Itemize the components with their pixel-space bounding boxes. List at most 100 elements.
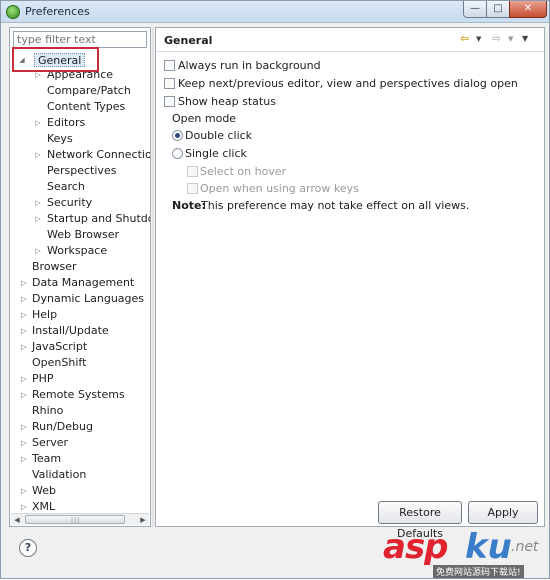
always-run-background-checkbox[interactable] [164, 60, 175, 71]
collapsed-arrow-icon[interactable]: ▷ [20, 387, 28, 403]
tree-item-label: Install/Update [32, 324, 109, 337]
collapsed-arrow-icon[interactable]: ▷ [20, 371, 28, 387]
tree-item-compare-patch[interactable]: Compare/Patch [47, 83, 131, 99]
collapsed-arrow-icon[interactable]: ▷ [34, 115, 42, 131]
tree-item-openshift[interactable]: OpenShift [32, 355, 86, 371]
tree-item-label: Validation [32, 468, 87, 481]
forward-dropdown-icon[interactable]: ▼ [508, 32, 513, 46]
maximize-button[interactable]: □ [486, 1, 510, 18]
tree-item-team[interactable]: ▷ Team [10, 451, 150, 467]
tree-item-label: Team [32, 452, 62, 465]
tree-item-label: Run/Debug [32, 420, 93, 433]
page-header: General ⇦ ▼ ⇨ ▼ ▼ [156, 28, 544, 52]
forward-arrow-icon[interactable]: ⇨ [492, 32, 501, 46]
tree-item-workspace[interactable]: ▷ Workspace [10, 243, 150, 259]
tree-item-perspectives[interactable]: Perspectives [47, 163, 116, 179]
select-on-hover-label: Select on hover [200, 165, 287, 178]
collapsed-arrow-icon[interactable]: ▷ [20, 419, 28, 435]
tree-item-keys[interactable]: Keys [47, 131, 73, 147]
tree-item-security[interactable]: ▷ Security [10, 195, 150, 211]
scrollbar-thumb[interactable]: ||| [25, 515, 125, 524]
tree-item-browser[interactable]: Browser [32, 259, 77, 275]
tree-item-label: Startup and Shutdown [47, 212, 150, 225]
tree-item-label: XML [32, 500, 56, 512]
double-click-radio[interactable] [172, 130, 183, 141]
help-icon[interactable]: ? [19, 539, 37, 557]
tree-item-web-browser[interactable]: Web Browser [47, 227, 119, 243]
tree-item-label: Perspectives [47, 164, 117, 177]
scroll-left-arrow-icon[interactable]: ◀ [11, 514, 23, 526]
tree-item-help[interactable]: ▷ Help [10, 307, 150, 323]
tree-item-label: Content Types [47, 100, 126, 113]
tree-item-php[interactable]: ▷ PHP [10, 371, 150, 387]
open-arrow-keys-checkbox[interactable] [187, 183, 198, 194]
apply-button[interactable]: Apply [468, 501, 538, 524]
tree-item-label: Dynamic Languages [32, 292, 145, 305]
tree-item-startup-shutdown[interactable]: ▷ Startup and Shutdown [10, 211, 150, 227]
collapsed-arrow-icon[interactable]: ▷ [20, 339, 28, 355]
page-title: General [164, 34, 213, 47]
tree-item-label: JavaScript [32, 340, 88, 353]
collapsed-arrow-icon[interactable]: ▷ [20, 451, 28, 467]
tree-horizontal-scrollbar[interactable]: ◀ ||| ▶ [11, 513, 149, 525]
preferences-window: Preferences — □ ✕ ◢ General ▷ Appearance… [0, 0, 550, 579]
select-on-hover-checkbox[interactable] [187, 166, 198, 177]
minimize-button[interactable]: — [463, 1, 487, 18]
tree-item-javascript[interactable]: ▷ JavaScript [10, 339, 150, 355]
collapsed-arrow-icon[interactable]: ▷ [20, 483, 28, 499]
single-click-label: Single click [185, 147, 247, 160]
restore-defaults-button[interactable]: Restore Defaults [378, 501, 462, 540]
open-mode-group-label: Open mode [172, 112, 237, 125]
collapsed-arrow-icon[interactable]: ▷ [20, 307, 28, 323]
tree-item-search[interactable]: Search [47, 179, 85, 195]
view-menu-icon[interactable]: ▼ [522, 32, 528, 46]
tree-item-label: Compare/Patch [47, 84, 131, 97]
collapsed-arrow-icon[interactable]: ▷ [34, 147, 42, 163]
grip-icon: ||| [71, 517, 81, 524]
panel-sash[interactable] [152, 27, 154, 527]
tree-item-server[interactable]: ▷ Server [10, 435, 150, 451]
tree-item-network-connections[interactable]: ▷ Network Connections [10, 147, 150, 163]
tree-item-run-debug[interactable]: ▷ Run/Debug [10, 419, 150, 435]
show-heap-checkbox[interactable] [164, 96, 175, 107]
watermark-ku-text: ku [465, 527, 512, 567]
tree-item-label: Network Connections [47, 148, 150, 161]
annotation-highlight-box [12, 47, 99, 72]
tree-item-data-management[interactable]: ▷ Data Management [10, 275, 150, 291]
filter-input[interactable] [13, 31, 147, 48]
open-arrow-keys-label: Open when using arrow keys [200, 182, 359, 195]
tree-item-editors[interactable]: ▷ Editors [10, 115, 150, 131]
collapsed-arrow-icon[interactable]: ▷ [34, 243, 42, 259]
keep-next-prev-label: Keep next/previous editor, view and pers… [178, 77, 518, 90]
always-run-background-label: Always run in background [178, 59, 321, 72]
collapsed-arrow-icon[interactable]: ▷ [20, 323, 28, 339]
tree-item-install-update[interactable]: ▷ Install/Update [10, 323, 150, 339]
tree-item-validation[interactable]: Validation [32, 467, 86, 483]
tree-item-xml[interactable]: ▷ XML [10, 499, 150, 512]
tree-item-content-types[interactable]: Content Types [47, 99, 125, 115]
single-click-radio[interactable] [172, 148, 183, 159]
collapsed-arrow-icon[interactable]: ▷ [34, 211, 42, 227]
tree-item-rhino[interactable]: Rhino [32, 403, 63, 419]
title-bar: Preferences — □ ✕ [1, 1, 549, 23]
tree-item-web[interactable]: ▷ Web [10, 483, 150, 499]
eclipse-app-icon [6, 5, 20, 19]
tree-item-label: Web Browser [47, 228, 120, 241]
watermark-logo: asp ku .net 免费网站源码下载站! [381, 527, 550, 580]
collapsed-arrow-icon[interactable]: ▷ [34, 195, 42, 211]
back-arrow-icon[interactable]: ⇦ [460, 32, 469, 46]
collapsed-arrow-icon[interactable]: ▷ [20, 435, 28, 451]
tree-item-label: Keys [47, 132, 73, 145]
close-button[interactable]: ✕ [509, 1, 547, 18]
keep-next-prev-checkbox[interactable] [164, 78, 175, 89]
collapsed-arrow-icon[interactable]: ▷ [20, 291, 28, 307]
tree-item-label: PHP [32, 372, 54, 385]
tree-item-label: Remote Systems [32, 388, 125, 401]
tree-item-dynamic-languages[interactable]: ▷ Dynamic Languages [10, 291, 150, 307]
tree-item-remote-systems[interactable]: ▷ Remote Systems [10, 387, 150, 403]
tree-item-label: Workspace [47, 244, 108, 257]
scroll-right-arrow-icon[interactable]: ▶ [137, 514, 149, 526]
back-dropdown-icon[interactable]: ▼ [476, 32, 481, 46]
collapsed-arrow-icon[interactable]: ▷ [20, 499, 28, 512]
collapsed-arrow-icon[interactable]: ▷ [20, 275, 28, 291]
